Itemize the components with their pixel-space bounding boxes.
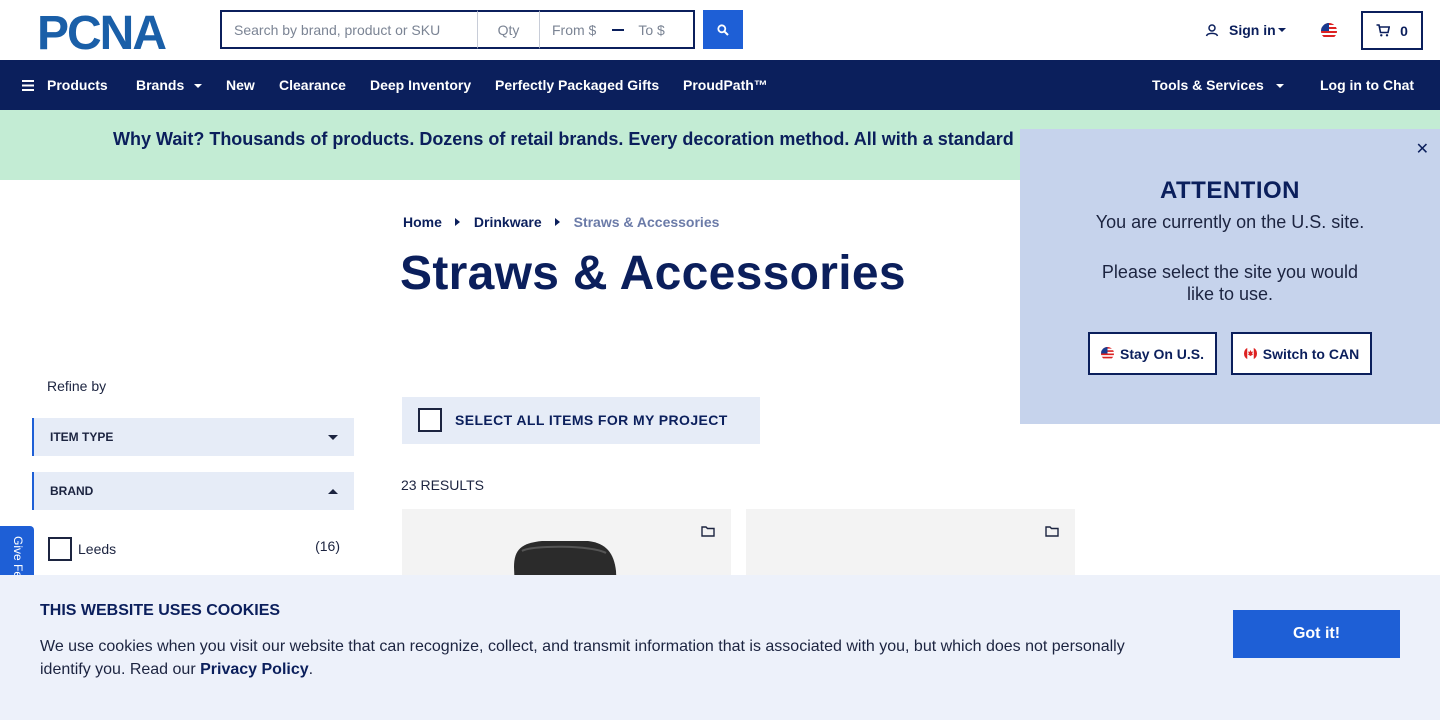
chevron-right-icon <box>454 218 460 226</box>
price-to-input[interactable]: To $ <box>638 22 664 38</box>
site-selection-popup: ✕ ATTENTION You are currently on the U.S… <box>1020 129 1440 424</box>
qty-input[interactable]: Qty <box>478 10 540 49</box>
chevron-down-icon <box>1275 84 1284 88</box>
breadcrumb-current: Straws & Accessories <box>573 214 720 230</box>
nav-products[interactable]: Products <box>22 77 108 93</box>
folder-icon[interactable] <box>701 525 715 537</box>
filter-item-type-label: ITEM TYPE <box>50 430 114 444</box>
user-icon <box>1205 24 1219 37</box>
nav-proudpath[interactable]: ProudPath™ <box>683 77 768 93</box>
cookie-period: . <box>308 661 314 678</box>
select-all-label: SELECT ALL ITEMS FOR MY PROJECT <box>455 412 728 428</box>
select-all-bar[interactable]: SELECT ALL ITEMS FOR MY PROJECT <box>402 397 760 444</box>
logo-text: PCNA <box>37 12 166 50</box>
nav-clearance[interactable]: Clearance <box>279 77 346 93</box>
chevron-up-icon <box>328 489 338 494</box>
brand-option-leeds: Leeds (16) <box>48 537 340 561</box>
nav-brands[interactable]: Brands <box>136 77 203 93</box>
switch-to-can-button[interactable]: Switch to CAN <box>1231 332 1372 375</box>
promo-text: Why Wait? Thousands of products. Dozens … <box>113 129 1014 149</box>
nav-products-label: Products <box>47 77 108 93</box>
flag-us-icon <box>1100 347 1114 360</box>
filter-item-type[interactable]: ITEM TYPE <box>32 418 354 456</box>
chevron-down-icon <box>194 84 203 88</box>
popup-title: ATTENTION <box>1159 177 1301 204</box>
refine-label: Refine by <box>47 378 107 394</box>
cart-button[interactable]: 0 <box>1361 11 1423 50</box>
popup-current-site-text: You are currently on the U.S. site. <box>1095 212 1365 232</box>
signin-button[interactable]: Sign in <box>1205 22 1286 38</box>
nav-brands-label: Brands <box>136 77 185 93</box>
flag-us-icon[interactable] <box>1321 23 1337 39</box>
folder-icon[interactable] <box>1045 525 1059 537</box>
brand-checkbox[interactable] <box>48 537 72 561</box>
nav-new[interactable]: New <box>226 77 255 93</box>
page-title: Straws & Accessories <box>400 247 906 300</box>
breadcrumb-home[interactable]: Home <box>403 214 442 230</box>
chat-login-link[interactable]: Log in to Chat <box>1320 77 1414 93</box>
nav-deep-inventory[interactable]: Deep Inventory <box>370 77 471 93</box>
search-button[interactable] <box>703 10 743 49</box>
price-range: From $ To $ <box>540 10 695 49</box>
site-header: PCNA Search by brand, product or SKU Qty… <box>0 0 1440 60</box>
chevron-right-icon <box>554 218 560 226</box>
nav-tools-label: Tools & Services <box>1152 77 1264 93</box>
filter-brand-label: BRAND <box>50 484 94 498</box>
pcna-logo[interactable]: PCNA <box>37 12 187 50</box>
cart-icon <box>1376 24 1391 37</box>
close-icon[interactable]: ✕ <box>1416 139 1429 159</box>
breadcrumb: Home Drinkware Straws & Accessories <box>403 214 719 230</box>
cookie-title: THIS WEBSITE USES COOKIES <box>40 602 281 619</box>
main-nav: Products Brands New Clearance Deep Inven… <box>0 60 1440 110</box>
nav-packaged-gifts[interactable]: Perfectly Packaged Gifts <box>495 77 659 93</box>
hamburger-icon <box>22 79 34 91</box>
search-icon <box>717 23 729 36</box>
switch-to-can-label: Switch to CAN <box>1262 345 1360 362</box>
flag-canada-icon <box>1243 347 1257 360</box>
select-all-checkbox[interactable] <box>418 408 442 432</box>
chevron-down-icon <box>328 435 338 440</box>
brand-option-count: (16) <box>315 538 340 554</box>
cookie-banner: THIS WEBSITE USES COOKIES We use cookies… <box>0 575 1440 720</box>
signin-label: Sign in <box>1229 22 1276 38</box>
search-input[interactable]: Search by brand, product or SKU <box>220 10 478 49</box>
price-dash <box>612 28 625 31</box>
cookie-text: We use cookies when you visit our websit… <box>40 635 1160 681</box>
chevron-down-icon <box>1277 28 1286 32</box>
nav-tools-services[interactable]: Tools & Services <box>1152 77 1284 93</box>
breadcrumb-drinkware[interactable]: Drinkware <box>474 214 542 230</box>
stay-on-us-button[interactable]: Stay On U.S. <box>1088 332 1217 375</box>
price-from-input[interactable]: From $ <box>552 22 596 38</box>
privacy-policy-link[interactable]: Privacy Policy <box>200 661 309 678</box>
results-count: 23 RESULTS <box>401 477 484 493</box>
stay-on-us-label: Stay On U.S. <box>1119 345 1205 362</box>
cookie-accept-button[interactable]: Got it! <box>1233 610 1400 658</box>
search-bar: Search by brand, product or SKU Qty From… <box>220 10 695 49</box>
filter-brand[interactable]: BRAND <box>32 472 354 510</box>
brand-option-label: Leeds <box>78 541 117 557</box>
cart-count: 0 <box>1400 22 1408 39</box>
popup-prompt-text: Please select the site you would like to… <box>1101 262 1359 304</box>
